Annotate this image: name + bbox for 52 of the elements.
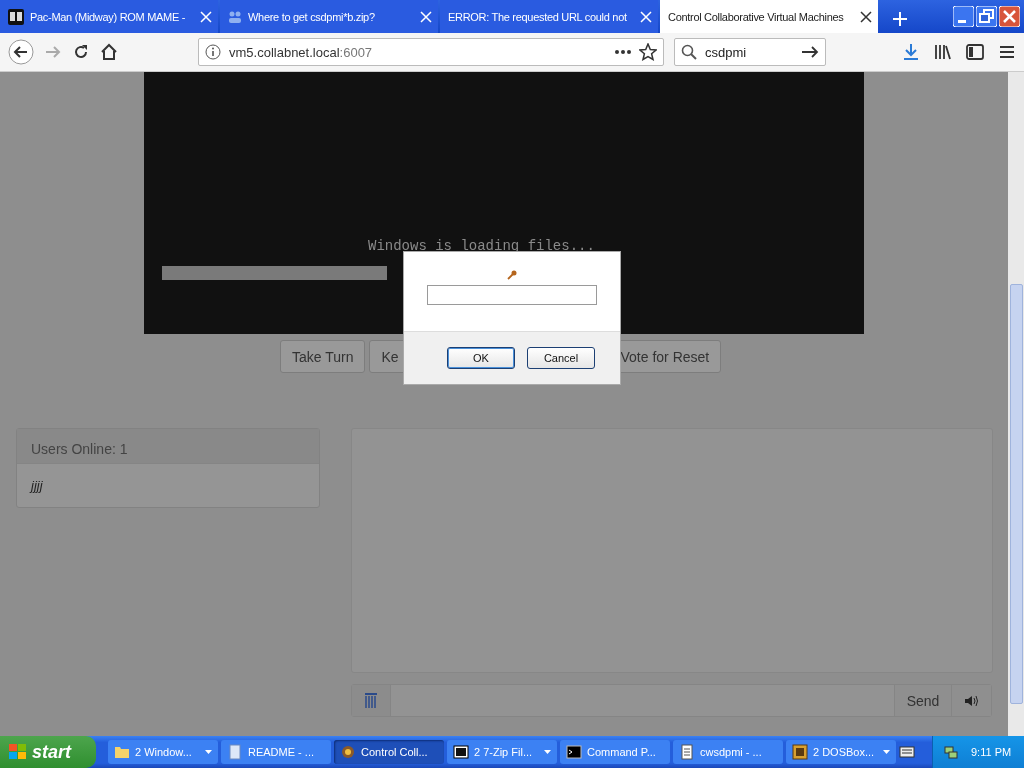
address-field[interactable]: vm5.collabnet.local:6007 — [198, 38, 664, 66]
taskbar-item[interactable]: 2 DOSBox... — [786, 740, 896, 764]
taskbar-item[interactable]: README - ... — [221, 740, 331, 764]
info-icon — [205, 44, 221, 60]
more-icon[interactable] — [615, 49, 631, 55]
search-icon — [681, 44, 697, 60]
windows-flag-icon — [8, 743, 28, 761]
caret-icon — [205, 750, 212, 754]
menu-icon[interactable] — [998, 43, 1016, 61]
loading-message: Windows is loading files... — [368, 238, 595, 254]
network-icon — [943, 744, 959, 760]
notepad-icon — [679, 744, 695, 760]
terminal-icon — [566, 744, 582, 760]
home-icon[interactable] — [100, 43, 118, 61]
scroll-thumb[interactable] — [1009, 284, 1023, 704]
vm-button[interactable]: Take Turn — [280, 340, 366, 373]
search-field[interactable]: csdpmi — [674, 38, 826, 66]
ok-button[interactable]: OK — [447, 347, 515, 369]
scrollbar[interactable] — [1008, 72, 1024, 736]
taskbar-item[interactable]: 2 7-Zip Fil... — [447, 740, 557, 764]
sidebar-icon[interactable] — [966, 43, 984, 61]
arrow-right-icon[interactable] — [801, 45, 819, 59]
close-icon[interactable] — [860, 10, 872, 23]
plus-icon[interactable] — [892, 11, 908, 27]
document-icon — [227, 744, 243, 760]
keyboard-icon — [899, 745, 915, 759]
taskbar-item[interactable]: cwsdpmi - ... — [673, 740, 783, 764]
browser-tab[interactable]: Control Collaborative Virtual Machines — [660, 0, 878, 33]
taskbar-item[interactable]: Control Coll... — [334, 740, 444, 764]
caret-icon — [883, 750, 890, 754]
users-header: Users Online: 1 — [17, 429, 319, 464]
download-icon[interactable] — [902, 43, 920, 61]
library-icon[interactable] — [934, 43, 952, 61]
start-button[interactable]: start — [0, 736, 96, 768]
people-icon — [228, 9, 242, 24]
prompt-input[interactable] — [427, 285, 597, 305]
back-icon[interactable] — [8, 39, 34, 65]
user-name: jjjj — [28, 477, 44, 495]
taskbar-item[interactable]: 2 Window... — [108, 740, 218, 764]
folder-icon — [114, 744, 130, 760]
taskbar-item[interactable]: Command P... — [560, 740, 670, 764]
star-icon[interactable] — [639, 43, 657, 61]
browser-tab[interactable]: Pac-Man (Midway) ROM MAME - — [0, 0, 218, 33]
cancel-button[interactable]: Cancel — [527, 347, 595, 369]
reload-icon[interactable] — [72, 43, 90, 61]
caret-icon — [544, 750, 551, 754]
clock: 9:11 PM — [971, 746, 1012, 758]
key-icon — [507, 270, 517, 280]
minimize-icon[interactable] — [953, 6, 974, 27]
browser-tab[interactable]: Where to get csdpmi*b.zip? — [220, 0, 438, 33]
restore-icon[interactable] — [976, 6, 997, 27]
browser-tab[interactable]: ERROR: The requested URL could not — [440, 0, 658, 33]
